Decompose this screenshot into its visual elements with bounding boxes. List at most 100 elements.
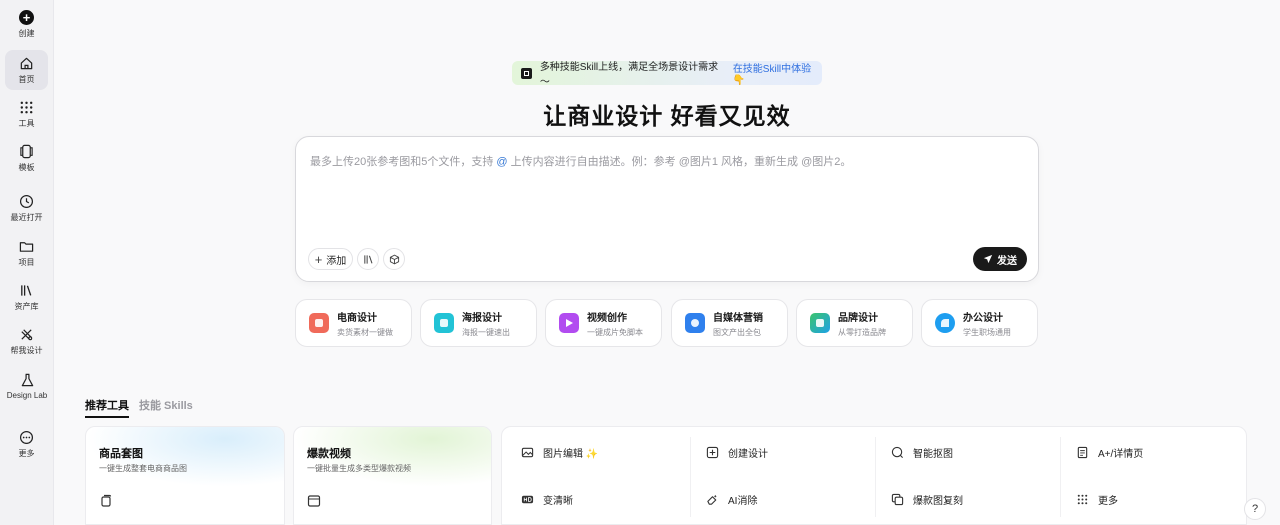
send-button[interactable]: 发送 bbox=[973, 247, 1027, 271]
category-brand[interactable]: 品牌设计 从零打造品牌 bbox=[796, 299, 913, 347]
poster-icon bbox=[434, 313, 454, 333]
copy-icon bbox=[101, 494, 112, 507]
sidebar-item-label: 资产库 bbox=[14, 301, 39, 311]
sidebar-item-label: 最近打开 bbox=[10, 212, 43, 222]
category-subtitle: 一键成片免脚本 bbox=[587, 327, 643, 337]
sidebar-item-label: 帮我设计 bbox=[10, 345, 43, 355]
brand-icon bbox=[810, 313, 830, 333]
announcement-banner[interactable]: 多种技能Skill上线，满足全场景设计需求～ 在技能Skill中体验👇 bbox=[512, 60, 822, 88]
sidebar-item-design[interactable]: 帮我设计 bbox=[5, 321, 48, 361]
tool-viral-replicate[interactable]: 爆款图复刻 bbox=[891, 490, 963, 508]
banner-link[interactable]: 在技能Skill中体验👇 bbox=[733, 60, 822, 86]
tool-card-product-set[interactable]: 商品套图 一键生成整套电商商品图 bbox=[85, 426, 285, 525]
library-icon bbox=[363, 254, 372, 264]
clock-icon bbox=[19, 194, 34, 208]
sidebar-item-label: 更多 bbox=[18, 448, 35, 458]
sidebar-item-home[interactable]: 首页 bbox=[5, 50, 48, 90]
tool-grid: 图片编辑 ✨ 创建设计 智能抠图 A+/详情页 变清晰 AI消除 爆款图复刻 更… bbox=[501, 426, 1247, 525]
category-title: 电商设计 bbox=[337, 312, 377, 324]
sidebar-item-assets[interactable]: 资产库 bbox=[5, 277, 48, 317]
shop-bag-icon bbox=[309, 313, 329, 333]
ai-video-icon bbox=[307, 495, 321, 507]
sidebar-item-design-lab[interactable]: Design Lab bbox=[5, 366, 49, 406]
card-subtitle: 一键批量生成多类型爆款视频 bbox=[307, 464, 411, 473]
main-content: 多种技能Skill上线，满足全场景设计需求～ 在技能Skill中体验👇 让商业设… bbox=[54, 0, 1280, 525]
heart-chat-icon bbox=[685, 313, 705, 333]
category-subtitle: 图文产出全包 bbox=[713, 327, 761, 337]
category-subtitle: 海报一键速出 bbox=[462, 327, 510, 337]
category-title: 自媒体营销 bbox=[713, 312, 763, 324]
tab-recommended[interactable]: 推荐工具 bbox=[85, 397, 129, 418]
tool-card-viral-video[interactable]: 爆款视频 一键批量生成多类型爆款视频 bbox=[293, 426, 492, 525]
grid-icon bbox=[20, 101, 33, 113]
reference-library-button[interactable] bbox=[357, 248, 379, 270]
category-title: 办公设计 bbox=[963, 312, 1003, 324]
library-icon bbox=[21, 284, 32, 296]
prompt-input[interactable]: 最多上传20张参考图和5个文件，支持 @ 上传内容进行自由描述。例：参考 @图片… bbox=[295, 136, 1039, 282]
sidebar-item-create[interactable]: + 创建 bbox=[5, 4, 48, 44]
prompt-placeholder: 最多上传20张参考图和5个文件，支持 @ 上传内容进行自由描述。例：参考 @图片… bbox=[310, 156, 852, 168]
category-title: 视频创作 bbox=[587, 312, 627, 324]
add-button[interactable]: + 添加 bbox=[308, 248, 353, 270]
divider bbox=[690, 437, 691, 517]
category-ecommerce[interactable]: 电商设计卖货素材一键做 bbox=[295, 299, 412, 347]
sidebar-item-recent[interactable]: 最近打开 bbox=[5, 188, 48, 228]
folder-icon bbox=[19, 241, 34, 252]
page-icon bbox=[1077, 446, 1088, 458]
sidebar-item-projects[interactable]: 项目 bbox=[5, 233, 48, 273]
sidebar: + 创建 首页 工具 模板 最近打开 项目 资产库 帮我设计 Design La… bbox=[0, 0, 54, 525]
category-subtitle: 从零打造品牌 bbox=[838, 327, 886, 337]
send-icon bbox=[983, 254, 993, 264]
tool-detail-page[interactable]: A+/详情页 bbox=[1076, 443, 1143, 461]
flask-icon bbox=[21, 373, 33, 386]
divider bbox=[875, 437, 876, 517]
image-icon bbox=[521, 447, 534, 457]
sidebar-item-label: 项目 bbox=[18, 257, 35, 267]
category-office[interactable]: 办公设计学生职场通用 bbox=[921, 299, 1038, 347]
tool-create-design[interactable]: 创建设计 bbox=[706, 443, 768, 461]
create-icon: + bbox=[19, 9, 34, 25]
copy-icon bbox=[891, 493, 904, 505]
divider bbox=[1060, 437, 1061, 517]
play-icon bbox=[559, 313, 579, 333]
tool-smart-cutout[interactable]: 智能抠图 bbox=[891, 443, 953, 461]
more-icon bbox=[19, 430, 34, 444]
sidebar-item-more[interactable]: 更多 bbox=[5, 424, 48, 464]
tool-enhance[interactable]: 变清晰 bbox=[521, 490, 573, 508]
page-title: 让商业设计 好看又见效 bbox=[543, 103, 791, 129]
card-subtitle: 一键生成整套电商商品图 bbox=[99, 464, 187, 473]
sidebar-item-label: 首页 bbox=[18, 74, 35, 84]
category-subtitle: 卖货素材一键做 bbox=[337, 327, 393, 337]
tab-skills[interactable]: 技能 Skills bbox=[139, 397, 193, 413]
cutout-icon bbox=[891, 446, 904, 458]
category-poster[interactable]: 海报设计 海报一键速出 bbox=[420, 299, 537, 347]
category-video[interactable]: 视频创作一键成片免脚本 bbox=[545, 299, 662, 347]
template-icon bbox=[20, 144, 33, 158]
banner-text: 多种技能Skill上线，满足全场景设计需求～ bbox=[539, 62, 719, 88]
tool-ai-erase[interactable]: AI消除 bbox=[706, 490, 757, 508]
category-subtitle: 学生职场通用 bbox=[963, 327, 1011, 337]
sidebar-item-tools[interactable]: 工具 bbox=[5, 94, 48, 134]
3d-model-button[interactable] bbox=[383, 248, 405, 270]
plus-square-icon bbox=[706, 446, 719, 458]
tool-image-edit[interactable]: 图片编辑 ✨ bbox=[521, 443, 598, 461]
sidebar-item-templates[interactable]: 模板 bbox=[5, 138, 48, 178]
tool-more[interactable]: 更多 bbox=[1076, 490, 1118, 508]
pie-chart-icon bbox=[935, 313, 955, 333]
cube-icon bbox=[389, 254, 399, 264]
plus-icon: + bbox=[314, 251, 323, 267]
home-icon bbox=[20, 57, 33, 69]
hd-icon bbox=[521, 495, 534, 503]
category-social-media[interactable]: 自媒体营销图文产出全包 bbox=[671, 299, 788, 347]
sidebar-item-label: 模板 bbox=[18, 162, 35, 172]
sidebar-item-label: 创建 bbox=[18, 28, 35, 38]
skill-icon bbox=[521, 67, 532, 79]
design-icon bbox=[21, 328, 33, 340]
help-button[interactable]: ? bbox=[1244, 498, 1266, 520]
dots-grid-icon bbox=[1077, 494, 1088, 504]
card-title: 商品套图 bbox=[99, 448, 143, 460]
card-title: 爆款视频 bbox=[307, 448, 351, 460]
eraser-icon bbox=[707, 494, 717, 505]
sidebar-item-label: Design Lab bbox=[6, 390, 48, 400]
sidebar-item-label: 工具 bbox=[18, 118, 35, 128]
